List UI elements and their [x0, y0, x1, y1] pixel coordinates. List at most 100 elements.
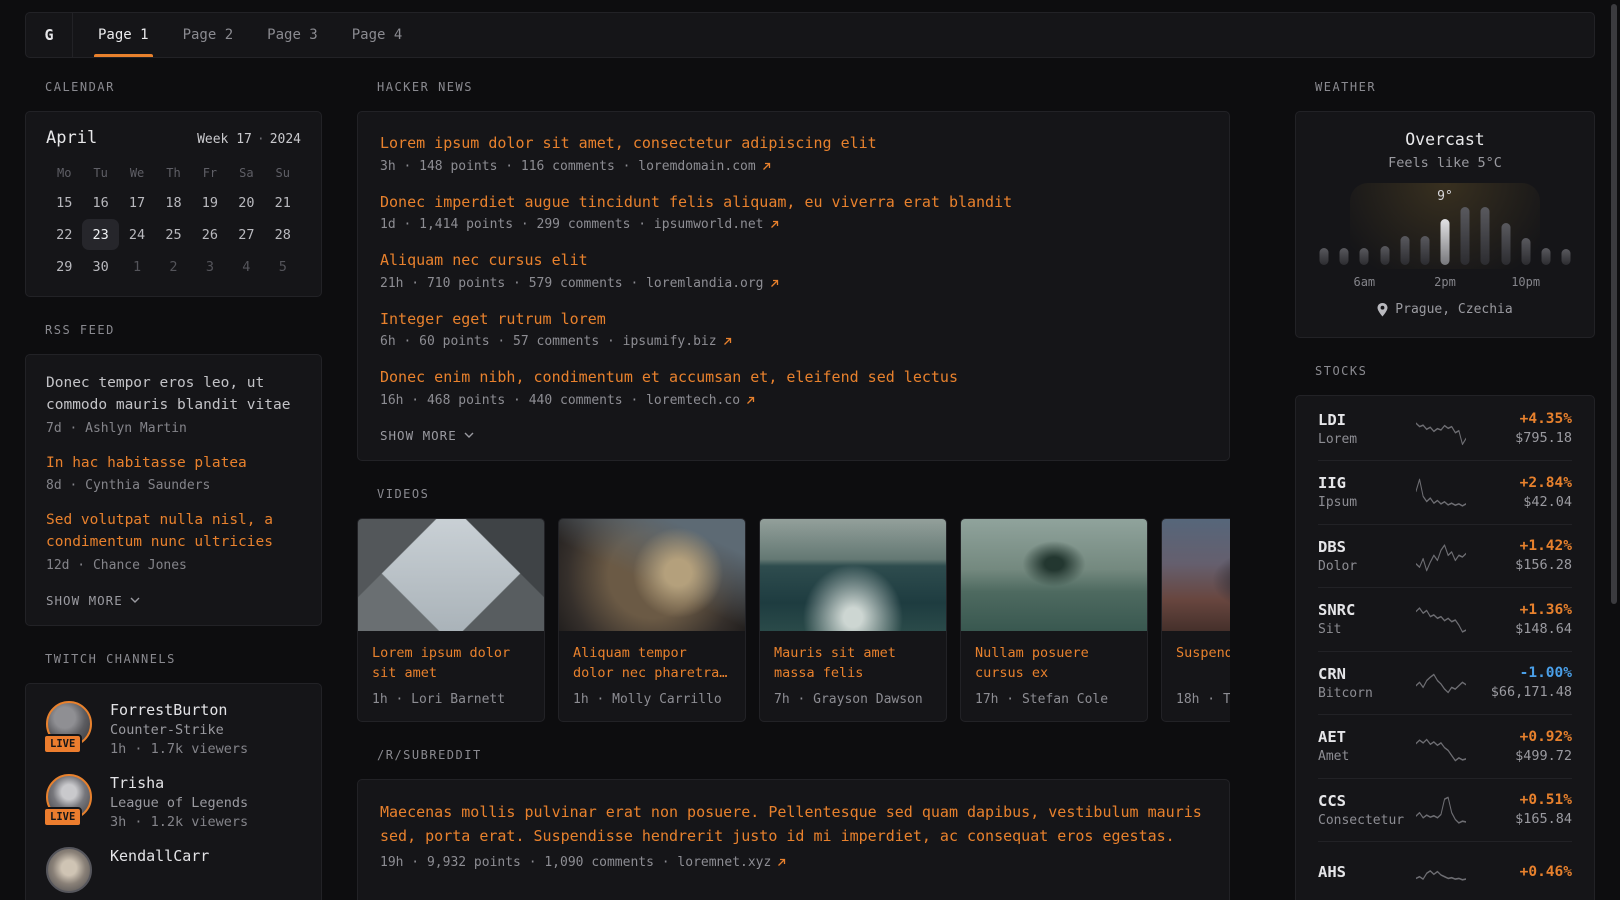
- twitch-channel-name[interactable]: ForrestBurton: [110, 701, 248, 719]
- stock-row[interactable]: AHS +0.46%: [1318, 842, 1572, 900]
- map-pin-icon: [1377, 303, 1388, 317]
- subreddit-post-title[interactable]: Maecenas mollis pulvinar erat non posuer…: [380, 800, 1207, 850]
- rss-item-title[interactable]: Sed volutpat nulla nisl, a condimentum n…: [46, 510, 301, 554]
- stock-row[interactable]: AET Amet +0.92% $499.72: [1318, 715, 1572, 779]
- calendar-day: 30: [82, 251, 118, 282]
- video-card[interactable]: Lorem ipsum dolor sit amet consectetu… 1…: [357, 518, 545, 722]
- calendar-day: 22: [46, 219, 82, 250]
- video-card[interactable]: Nullam posuere cursus ex 17h · Stefan Co…: [960, 518, 1148, 722]
- stock-ids: AHS: [1318, 863, 1410, 884]
- stock-row[interactable]: CCS Consectetur +0.51% $165.84: [1318, 779, 1572, 843]
- app-logo[interactable]: G: [26, 13, 73, 57]
- video-thumbnail[interactable]: [760, 519, 946, 631]
- video-title[interactable]: Aliquam tempor dolor nec pharetra…: [573, 643, 731, 685]
- video-thumbnail[interactable]: [559, 519, 745, 631]
- stock-price: $156.28: [1472, 557, 1572, 573]
- weather-section: WEATHER Overcast Feels like 5°C 9°6am2pm…: [1295, 80, 1595, 338]
- stock-row[interactable]: SNRC Sit +1.36% $148.64: [1318, 588, 1572, 652]
- tab-page-1[interactable]: Page 1: [81, 13, 166, 57]
- stock-price: $66,171.48: [1472, 684, 1572, 700]
- video-title[interactable]: Lorem ipsum dolor sit amet consectetu…: [372, 643, 530, 685]
- calendar-day: 29: [46, 251, 82, 282]
- twitch-channel-row[interactable]: LIVE Trisha League of Legends 3h · 1.2k …: [46, 774, 301, 830]
- videos-row: Lorem ipsum dolor sit amet consectetu… 1…: [357, 518, 1230, 722]
- stock-row[interactable]: LDI Lorem +4.35% $795.18: [1318, 398, 1572, 462]
- page-scrollbar[interactable]: [1611, 4, 1617, 604]
- twitch-channel-row[interactable]: LIVE ForrestBurton Counter-Strike 1h · 1…: [46, 701, 301, 757]
- stock-ids: SNRC Sit: [1318, 601, 1410, 637]
- rss-item-title[interactable]: In hac habitasse platea: [46, 453, 301, 475]
- rss-show-more-button[interactable]: SHOW MORE: [46, 593, 140, 608]
- weather-condition: Overcast: [1316, 130, 1574, 149]
- external-link-icon[interactable]: [762, 162, 771, 171]
- stocks-section: STOCKS LDI Lorem +4.35% $795.18: [1295, 364, 1595, 900]
- calendar-day: 5: [265, 251, 301, 282]
- hn-item-title[interactable]: Lorem ipsum dolor sit amet, consectetur …: [380, 132, 1207, 155]
- calendar-weekday: We: [119, 160, 155, 186]
- video-thumbnail[interactable]: [1162, 519, 1230, 631]
- video-thumbnail[interactable]: [358, 519, 544, 631]
- tab-page-3[interactable]: Page 3: [250, 13, 335, 57]
- video-title[interactable]: Suspendisse diam: [1176, 643, 1230, 685]
- video-title[interactable]: Nullam posuere cursus ex: [975, 643, 1133, 685]
- hn-item-title[interactable]: Donec enim nibh, condimentum et accumsan…: [380, 366, 1207, 389]
- stock-sparkline: [1410, 854, 1472, 894]
- weather-time-label: 10pm: [1511, 275, 1540, 289]
- videos-section: VIDEOS Lorem ipsum dolor sit amet consec…: [357, 487, 1230, 722]
- twitch-avatar-wrap: LIVE: [46, 774, 94, 820]
- hackernews-widget: Lorem ipsum dolor sit amet, consectetur …: [357, 111, 1230, 461]
- stock-change: -1.00%: [1472, 665, 1572, 681]
- stock-name: Lorem: [1318, 432, 1410, 447]
- chevron-down-icon: [130, 597, 140, 603]
- hn-show-more-button[interactable]: SHOW MORE: [380, 428, 474, 443]
- calendar-section-label: CALENDAR: [45, 80, 322, 94]
- external-link-icon[interactable]: [770, 279, 779, 288]
- external-link-icon[interactable]: [777, 858, 786, 867]
- twitch-channel-name[interactable]: KendallCarr: [110, 847, 209, 865]
- calendar-header: April Week 17·2024: [46, 128, 301, 148]
- dashboard-page: G Page 1 Page 2 Page 3 Page 4 CALENDAR A…: [0, 0, 1620, 900]
- calendar-weekday: Mo: [46, 160, 82, 186]
- video-meta: 7h · Grayson Dawson: [774, 692, 932, 707]
- stock-row[interactable]: IIG Ipsum +2.84% $42.04: [1318, 461, 1572, 525]
- tab-page-4[interactable]: Page 4: [335, 13, 420, 57]
- hn-item-title[interactable]: Aliquam nec cursus elit: [380, 249, 1207, 272]
- video-title[interactable]: Mauris sit amet massa felis: [774, 643, 932, 685]
- video-card[interactable]: Suspendisse diam 18h · Tara: [1161, 518, 1230, 722]
- twitch-channel-row[interactable]: KendallCarr: [46, 847, 301, 893]
- external-link-icon[interactable]: [746, 396, 755, 405]
- stock-ids: AET Amet: [1318, 728, 1410, 764]
- video-card[interactable]: Mauris sit amet massa felis 7h · Grayson…: [759, 518, 947, 722]
- weather-bar: [1562, 249, 1571, 265]
- video-thumbnail[interactable]: [961, 519, 1147, 631]
- video-meta: 18h · Tara: [1176, 692, 1230, 707]
- hn-item-meta: 3h · 148 points · 116 comments · loremdo…: [380, 159, 1207, 174]
- stock-price: $165.84: [1472, 811, 1572, 827]
- external-link-icon[interactable]: [723, 337, 732, 346]
- weather-hourly-chart: 9°6am2pm10pm: [1324, 183, 1566, 289]
- stock-row[interactable]: CRN Bitcorn -1.00% $66,171.48: [1318, 652, 1572, 716]
- stock-row[interactable]: DBS Dolor +1.42% $156.28: [1318, 525, 1572, 589]
- weather-location: Prague, Czechia: [1377, 302, 1512, 317]
- hn-item-meta-text: 1d · 1,414 points · 299 comments · ipsum…: [380, 217, 764, 232]
- hn-item-meta-text: 21h · 710 points · 579 comments · loreml…: [380, 276, 764, 291]
- hn-item-title[interactable]: Donec imperdiet augue tincidunt felis al…: [380, 191, 1207, 214]
- weather-bar: [1320, 248, 1329, 265]
- video-card[interactable]: Aliquam tempor dolor nec pharetra… 1h · …: [558, 518, 746, 722]
- stock-name: Ipsum: [1318, 495, 1410, 510]
- stock-ids: CCS Consectetur: [1318, 792, 1410, 828]
- twitch-channel-name[interactable]: Trisha: [110, 774, 248, 792]
- stock-price: $795.18: [1472, 430, 1572, 446]
- weather-location-text: Prague, Czechia: [1395, 302, 1512, 317]
- video-card-body: Aliquam tempor dolor nec pharetra… 1h · …: [559, 631, 745, 721]
- weather-time-label: 2pm: [1434, 275, 1456, 289]
- rss-item-title[interactable]: Donec tempor eros leo, ut commodo mauris…: [46, 373, 301, 417]
- external-link-icon[interactable]: [770, 220, 779, 229]
- twitch-channel-meta: 3h · 1.2k viewers: [110, 814, 248, 830]
- stock-ids: LDI Lorem: [1318, 411, 1410, 447]
- avatar: [46, 847, 92, 893]
- calendar-week-label: Week 17: [197, 132, 252, 147]
- tab-page-2[interactable]: Page 2: [166, 13, 251, 57]
- calendar-weekday: Tu: [82, 160, 118, 186]
- hn-item-title[interactable]: Integer eget rutrum lorem: [380, 308, 1207, 331]
